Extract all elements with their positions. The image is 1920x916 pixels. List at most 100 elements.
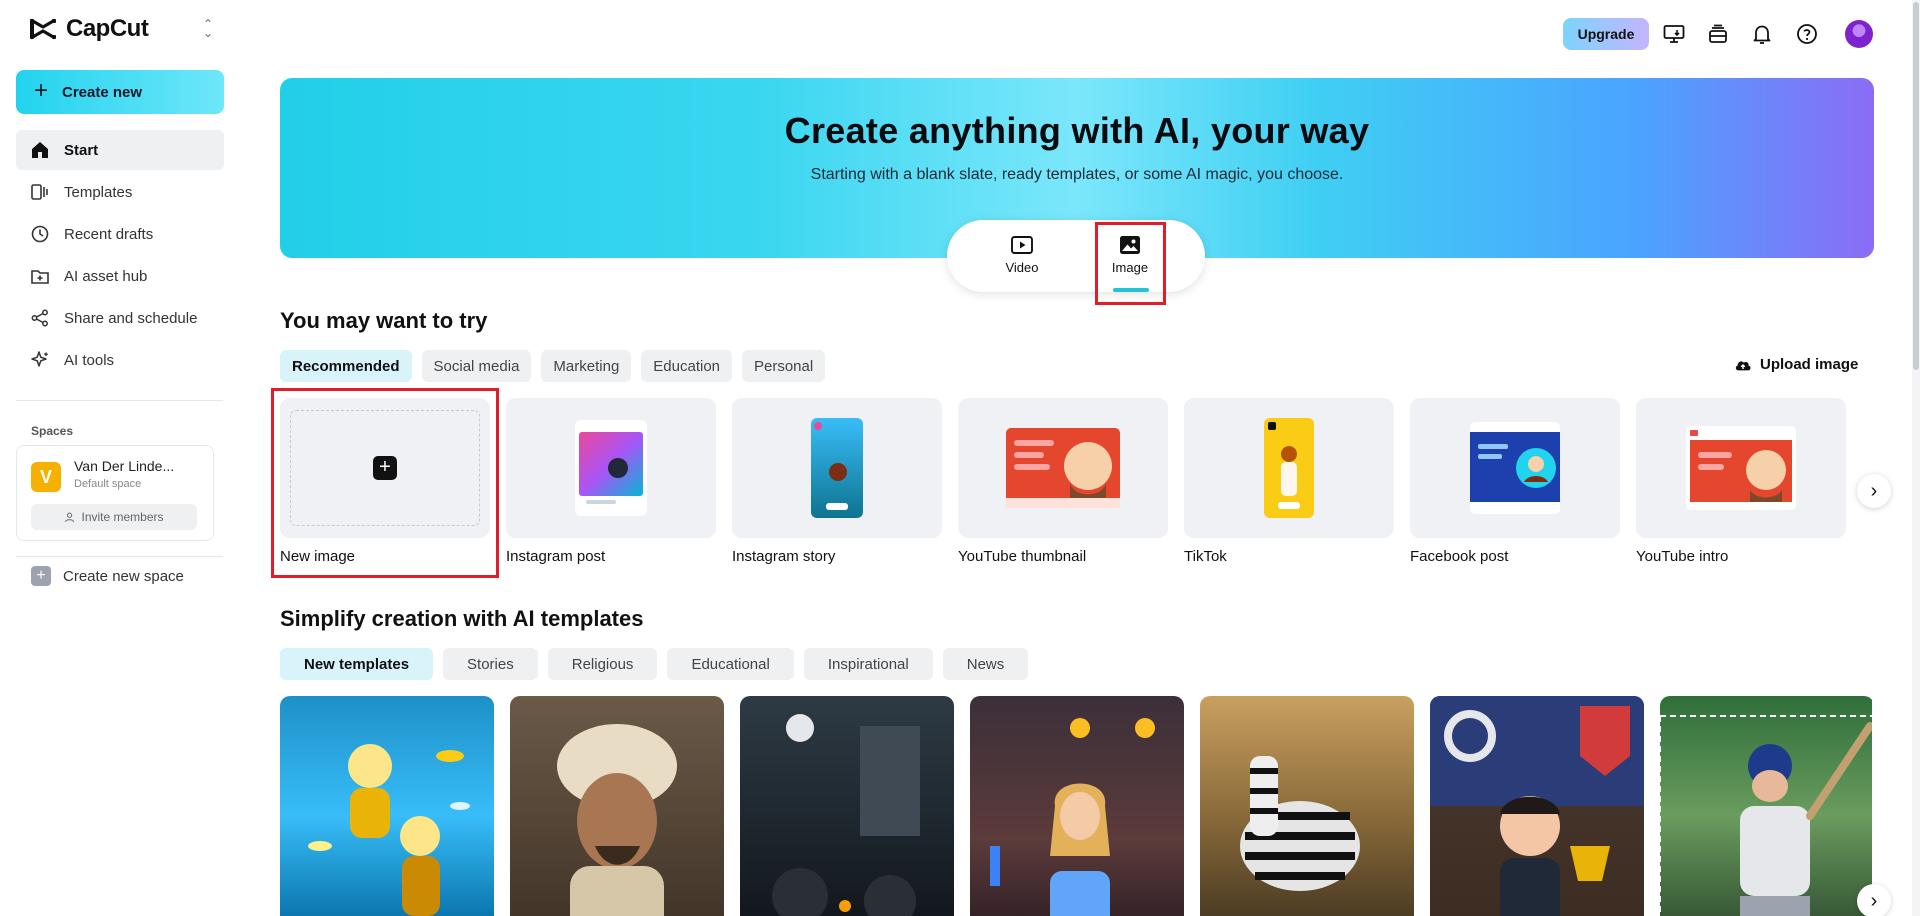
template-tile-baseball-player[interactable] — [1660, 696, 1872, 916]
chip-inspirational[interactable]: Inspirational — [803, 648, 933, 680]
home-icon — [32, 142, 48, 158]
sidebar-item-share-and-schedule[interactable]: Share and schedule — [16, 298, 224, 338]
baseball-player-illustration — [1660, 715, 1872, 916]
try-cards-row: + New image Instagram post Instagram sto… — [280, 398, 1880, 578]
plus-icon: + — [31, 566, 51, 586]
template-tile-zebras[interactable] — [1200, 696, 1414, 916]
turban-man-illustration — [557, 724, 677, 916]
create-new-space-button[interactable]: + Create new space — [31, 566, 184, 586]
sidebar-item-label: AI tools — [64, 351, 115, 369]
sidebar-item-templates[interactable]: Templates — [16, 172, 224, 212]
mode-active-indicator — [1113, 288, 1149, 292]
mode-label: Video — [1005, 260, 1039, 275]
bell-icon[interactable] — [1750, 22, 1774, 46]
sidebar-item-ai-tools[interactable]: AI tools — [16, 340, 224, 380]
sidebar-item-label: AI asset hub — [64, 267, 148, 285]
invite-members-label: Invite members — [81, 510, 164, 524]
mode-image-tab[interactable]: Image — [1095, 234, 1165, 275]
card-thumbnail[interactable] — [506, 398, 716, 538]
mode-toggle: Video Image — [947, 220, 1205, 292]
knights-illustration — [772, 714, 920, 916]
sidebar-item-label: Recent drafts — [64, 225, 154, 243]
create-new-button[interactable]: + Create new — [16, 70, 224, 114]
template-tile-turban-man[interactable] — [510, 696, 724, 916]
sidebar-item-ai-asset-hub[interactable]: AI asset hub — [16, 256, 224, 296]
scrollbar-thumb[interactable] — [1913, 2, 1919, 370]
cloud-upload-icon — [1735, 360, 1751, 370]
mode-video-tab[interactable]: Video — [987, 234, 1057, 275]
card-tiktok[interactable]: TikTok — [1184, 398, 1394, 565]
chevron-right-icon: › — [1870, 889, 1878, 912]
chip-education[interactable]: Education — [641, 350, 732, 382]
capcut-logo-icon — [30, 18, 56, 40]
template-tile-trophy-boy[interactable] — [1430, 696, 1644, 916]
image-icon — [1120, 236, 1140, 254]
templates-icon — [31, 184, 48, 200]
template-tile-underwater-divers[interactable] — [280, 696, 494, 916]
sidebar-item-recent-drafts[interactable]: Recent drafts — [16, 214, 224, 254]
capcut-logo[interactable]: CapCut — [28, 14, 149, 44]
chip-marketing[interactable]: Marketing — [541, 350, 632, 382]
ai-template-gallery — [280, 696, 1872, 916]
instagram-story-preview — [811, 418, 863, 518]
stack-icon[interactable] — [1706, 22, 1730, 46]
upgrade-button[interactable]: Upgrade — [1563, 18, 1649, 50]
desktop-download-icon[interactable] — [1662, 22, 1686, 46]
template-tile-knights-night[interactable] — [740, 696, 954, 916]
space-subtitle: Default space — [74, 478, 142, 490]
chip-recommended[interactable]: Recommended — [280, 350, 412, 382]
try-category-chips: Recommended Social media Marketing Educa… — [280, 350, 826, 382]
card-instagram-post[interactable]: Instagram post — [506, 398, 716, 565]
trophy-boy-illustration — [1430, 696, 1644, 916]
sidebar-item-start[interactable]: Start — [16, 130, 224, 170]
workspace-switch-icon[interactable]: ⌃ ⌄ — [200, 18, 216, 40]
invite-members-button[interactable]: Invite members — [31, 504, 197, 530]
clock-icon — [31, 225, 49, 243]
card-thumbnail[interactable] — [958, 398, 1168, 538]
card-instagram-story[interactable]: Instagram story — [732, 398, 942, 565]
app-name: CapCut — [66, 15, 149, 42]
share-icon — [31, 309, 48, 327]
create-new-label: Create new — [62, 83, 143, 101]
space-card[interactable]: V Van Der Linde... Default space Invite … — [16, 445, 214, 541]
card-thumbnail[interactable]: + — [280, 398, 490, 538]
chip-social-media[interactable]: Social media — [421, 350, 532, 382]
chip-stories[interactable]: Stories — [443, 648, 538, 680]
card-thumbnail[interactable] — [1410, 398, 1620, 538]
card-label: TikTok — [1184, 548, 1227, 565]
mode-label: Image — [1111, 260, 1149, 275]
chip-religious[interactable]: Religious — [547, 648, 658, 680]
card-new-image[interactable]: + New image — [280, 398, 490, 565]
app-root: CapCut ⌃ ⌄ + Create new Start Templates R… — [0, 0, 1920, 916]
chip-news[interactable]: News — [942, 648, 1029, 680]
bar-woman-illustration — [990, 718, 1155, 916]
sidebar-item-label: Start — [64, 141, 99, 159]
ai-template-chips: New templates Stories Religious Educatio… — [280, 648, 1029, 680]
card-thumbnail[interactable] — [1636, 398, 1846, 538]
upload-image-label: Upload image — [1760, 356, 1859, 373]
person-icon — [65, 512, 75, 522]
card-youtube-intro[interactable]: YouTube intro — [1636, 398, 1846, 565]
card-youtube-thumbnail[interactable]: YouTube thumbnail — [958, 398, 1168, 565]
chip-personal[interactable]: Personal — [742, 350, 826, 382]
create-new-space-label: Create new space — [63, 567, 184, 585]
sidebar-item-label: Share and schedule — [64, 309, 198, 327]
card-label: Instagram story — [732, 548, 836, 565]
page-scrollbar[interactable] — [1912, 0, 1920, 916]
video-play-icon — [1011, 236, 1033, 254]
chip-educational[interactable]: Educational — [667, 648, 794, 680]
template-tile-bar-woman[interactable] — [970, 696, 1184, 916]
cards-next-button[interactable]: › — [1857, 474, 1891, 508]
upload-image-button[interactable]: Upload image — [1734, 356, 1858, 373]
card-label: Facebook post — [1410, 548, 1509, 565]
user-avatar[interactable] — [1845, 20, 1873, 48]
card-label: YouTube intro — [1636, 548, 1729, 565]
card-thumbnail[interactable] — [1184, 398, 1394, 538]
card-facebook-post[interactable]: Facebook post — [1410, 398, 1620, 565]
hero-subtitle: Starting with a blank slate, ready templ… — [810, 166, 1344, 183]
chip-new-templates[interactable]: New templates — [280, 648, 434, 680]
gallery-next-button[interactable]: › — [1857, 884, 1891, 916]
try-section-title: You may want to try — [280, 308, 488, 333]
card-thumbnail[interactable] — [732, 398, 942, 538]
help-icon[interactable] — [1795, 22, 1819, 46]
